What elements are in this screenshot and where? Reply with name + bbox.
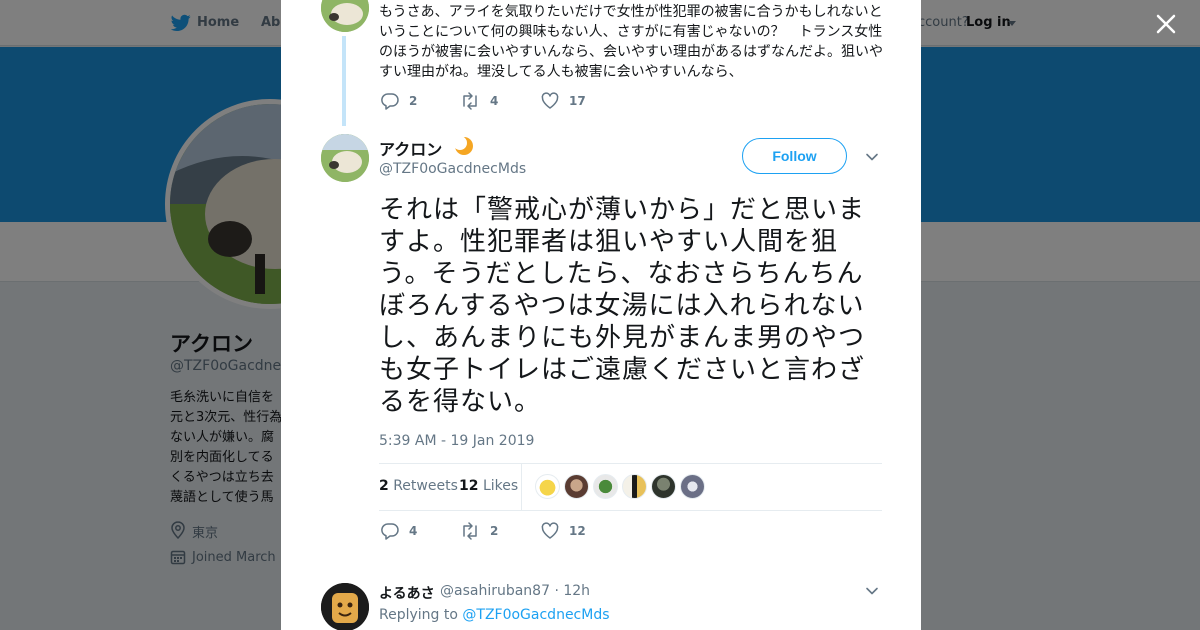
parent-tweet-avatar[interactable] <box>321 0 369 32</box>
main-reply-action[interactable]: 4 <box>381 522 417 540</box>
tweet-stats-bar: 2 Retweets 12 Likes <box>379 463 882 511</box>
main-tweet-author-name[interactable]: アクロン <box>379 136 442 160</box>
main-retweet-action[interactable]: 2 <box>460 522 498 540</box>
tweet-timestamp[interactable]: 5:39 AM - 19 Jan 2019 <box>379 433 534 449</box>
like-stat-count: 12 <box>459 478 479 494</box>
liker-avatar[interactable] <box>622 474 647 499</box>
like-stat-label: Likes <box>482 478 519 494</box>
liker-avatar[interactable] <box>651 474 676 499</box>
reply-tweet-author-name[interactable]: よるあさ <box>379 583 435 603</box>
main-like-count: 12 <box>569 524 586 538</box>
like-stat[interactable]: 12 Likes <box>459 478 518 494</box>
reply-options-chevron-icon[interactable] <box>865 584 879 598</box>
retweet-stat-count: 2 <box>379 478 389 494</box>
retweet-stat[interactable]: 2 Retweets <box>379 478 458 494</box>
main-reply-count: 4 <box>409 524 418 538</box>
follow-button[interactable]: Follow <box>742 138 847 174</box>
main-retweet-count: 2 <box>490 524 499 538</box>
retweet-icon <box>463 522 477 540</box>
replying-to-handle-link[interactable]: @TZF0oGacdnecMds <box>462 607 609 623</box>
reply-icon <box>381 93 399 110</box>
reply-tweet-handle[interactable]: @asahiruban87 · 12h <box>440 583 590 599</box>
liker-avatars <box>535 474 709 499</box>
tweet-modal: もうさあ、アライを気取りたいだけで女性が性犯罪の被害に合うかもしれないということ… <box>281 0 921 630</box>
thread-connector-line <box>342 36 346 126</box>
tweet-options-chevron-icon[interactable] <box>865 150 879 164</box>
main-like-action[interactable]: 12 <box>541 522 586 540</box>
retweet-icon <box>463 92 477 110</box>
liker-avatar[interactable] <box>680 474 705 499</box>
main-tweet-avatar[interactable] <box>321 134 369 182</box>
parent-retweet-count: 4 <box>490 94 499 108</box>
main-tweet-text: それは「警戒心が薄いから」だと思いますよ。性犯罪者は狙いやすい人間を狙う。そうだ… <box>379 195 866 417</box>
reply-icon <box>381 523 399 540</box>
parent-reply-action[interactable]: 2 <box>381 92 417 110</box>
parent-like-action[interactable]: 17 <box>541 92 586 110</box>
reply-tweet-avatar[interactable] <box>321 583 369 630</box>
parent-reply-count: 2 <box>409 94 418 108</box>
liker-avatar[interactable] <box>535 474 560 499</box>
stats-divider <box>521 464 522 510</box>
parent-like-count: 17 <box>569 94 586 108</box>
retweet-stat-label: Retweets <box>393 478 458 494</box>
parent-tweet-text: もうさあ、アライを気取りたいだけで女性が性犯罪の被害に合うかもしれないということ… <box>379 4 883 80</box>
parent-retweet-action[interactable]: 4 <box>460 92 498 110</box>
liker-avatar[interactable] <box>564 474 589 499</box>
replying-to-label: Replying to <box>379 607 458 623</box>
replying-to-line: Replying to @TZF0oGacdnecMds <box>379 607 610 623</box>
heart-icon <box>541 522 559 539</box>
main-tweet-handle[interactable]: @TZF0oGacdnecMds <box>379 161 526 177</box>
close-icon[interactable] <box>1154 12 1178 36</box>
liker-avatar[interactable] <box>593 474 618 499</box>
crescent-moon-emoji-icon <box>453 136 473 155</box>
heart-icon <box>541 92 559 109</box>
